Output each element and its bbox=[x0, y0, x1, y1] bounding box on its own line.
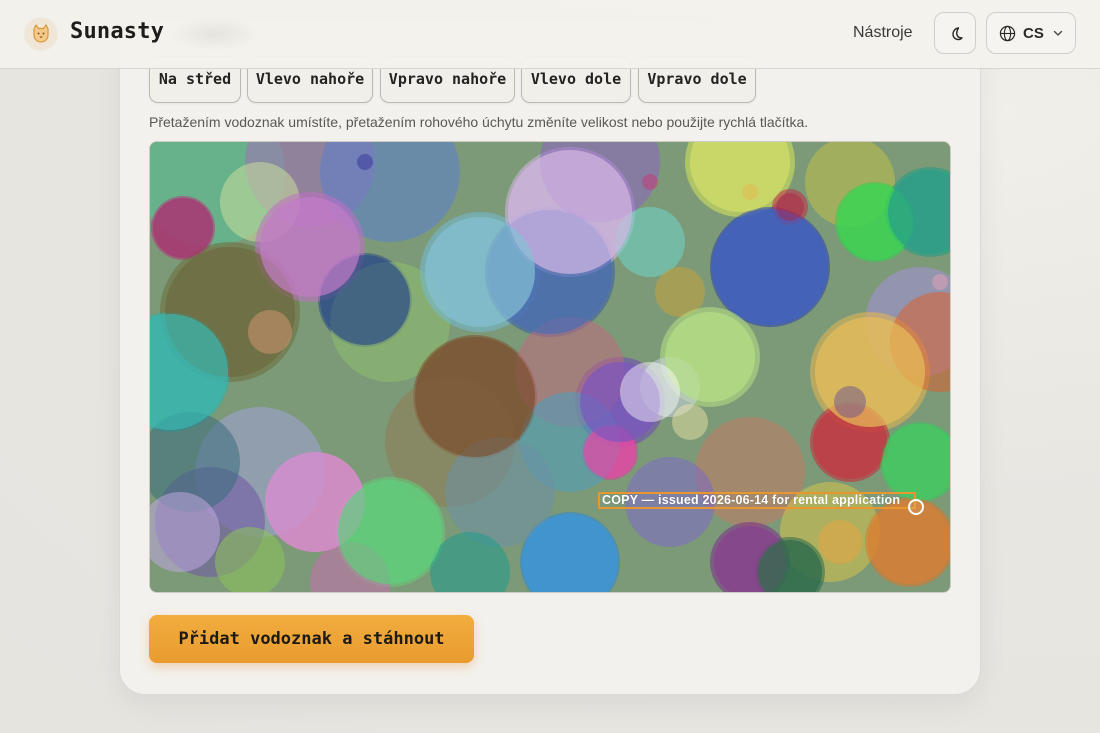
moon-icon bbox=[952, 27, 963, 41]
watermark-box[interactable]: COPY — issued 2026-06-14 for rental appl… bbox=[598, 492, 916, 509]
top-header: Sunasty Nástroje CS bbox=[0, 0, 1100, 69]
nav-tools-link[interactable]: Nástroje bbox=[853, 24, 913, 42]
language-label: CS bbox=[1023, 25, 1044, 42]
drag-hint-text: Přetažením vodoznak umístíte, přetažením… bbox=[149, 114, 809, 130]
chevron-down-icon bbox=[1053, 30, 1063, 36]
preview-image bbox=[150, 142, 950, 592]
add-watermark-download-button[interactable]: Přidat vodoznak a stáhnout bbox=[149, 615, 474, 663]
watermark-text: COPY — issued 2026-06-14 for rental appl… bbox=[602, 493, 901, 507]
resize-handle-icon[interactable] bbox=[908, 499, 924, 515]
header-decoration bbox=[170, 17, 260, 51]
globe-icon bbox=[999, 25, 1016, 42]
image-preview-canvas[interactable]: COPY — issued 2026-06-14 for rental appl… bbox=[149, 141, 951, 593]
theme-toggle-button[interactable] bbox=[934, 12, 976, 54]
cat-logo-icon[interactable] bbox=[24, 17, 58, 51]
language-select[interactable]: CS bbox=[986, 12, 1076, 54]
brand-name[interactable]: Sunasty bbox=[70, 19, 164, 44]
